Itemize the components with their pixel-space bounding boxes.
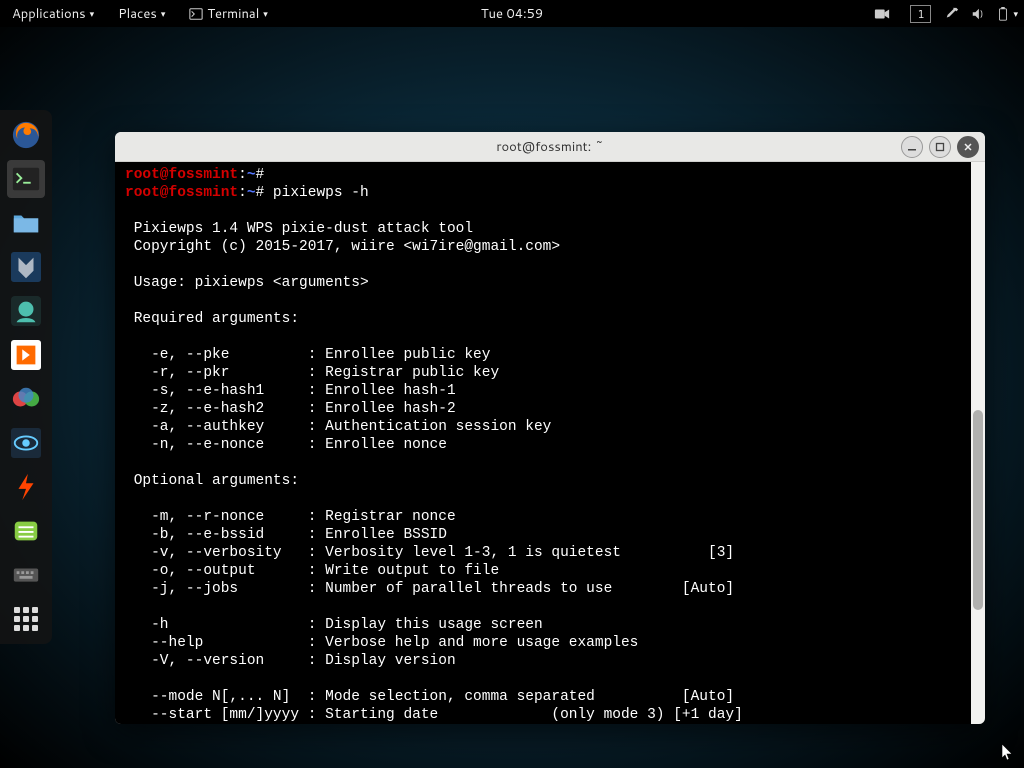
out-line: --mode N[,... N] : Mode selection, comma… — [125, 689, 734, 705]
cmd-line-2: pixiewps -h — [264, 185, 368, 201]
places-menu[interactable]: Places ▾ — [106, 0, 177, 27]
clock-label: Tue 04:59 — [481, 5, 543, 23]
volume-icon — [971, 7, 985, 21]
places-label: Places — [118, 5, 157, 23]
dock-terminal[interactable] — [7, 160, 45, 198]
out-line: -m, --r-nonce : Registrar nonce — [125, 509, 456, 525]
apps-grid-icon — [14, 607, 38, 631]
out-line: -s, --e-hash1 : Enrollee hash-1 — [125, 383, 456, 399]
out-line: -b, --e-bssid : Enrollee BSSID — [125, 527, 447, 543]
tweaks-icon — [11, 516, 41, 546]
prompt-hash: # — [256, 185, 265, 201]
prompt-colon: : — [238, 167, 247, 183]
dock-leafpad[interactable] — [7, 468, 45, 506]
volume-indicator[interactable] — [965, 0, 991, 27]
out-line: -n, --e-nonce : Enrollee nonce — [125, 437, 447, 453]
out-line: -o, --output : Write output to file — [125, 563, 499, 579]
metasploit-icon — [11, 252, 41, 282]
dock-metasploit[interactable] — [7, 248, 45, 286]
out-line: -e, --pke : Enrollee public key — [125, 347, 490, 363]
dock-keyboard[interactable] — [7, 556, 45, 594]
out-line: Pixiewps 1.4 WPS pixie-dust attack tool — [125, 221, 473, 237]
scrollbar-thumb[interactable] — [973, 410, 983, 610]
camera-icon — [874, 7, 890, 21]
top-panel: Applications ▾ Places ▾ Terminal ▾ Tue 0… — [0, 0, 1024, 27]
out-line: Required arguments: — [125, 311, 299, 327]
out-line: -z, --e-hash2 : Enrollee hash-2 — [125, 401, 456, 417]
out-line: Optional arguments: — [125, 473, 299, 489]
firefox-icon — [11, 120, 41, 150]
workspace-badge: 1 — [910, 5, 931, 23]
prompt-colon: : — [238, 185, 247, 201]
dock-files[interactable] — [7, 204, 45, 242]
power-indicator[interactable]: ▾ — [991, 0, 1024, 27]
dock-zenmap[interactable] — [7, 424, 45, 462]
terminal-icon — [189, 7, 203, 21]
lightning-icon — [11, 472, 41, 502]
window-controls — [901, 136, 979, 158]
prompt-user: root@fossmint — [125, 185, 238, 201]
minimize-icon — [907, 142, 917, 152]
terminal-menu[interactable]: Terminal ▾ — [177, 0, 279, 27]
eye-icon — [11, 428, 41, 458]
dock-armitage[interactable] — [7, 292, 45, 330]
out-line: --start [mm/]yyyy : Starting date (only … — [125, 707, 743, 723]
out-line: Usage: pixiewps <arguments> — [125, 275, 369, 291]
dock-firefox[interactable] — [7, 116, 45, 154]
out-line: -j, --jobs : Number of parallel threads … — [125, 581, 734, 597]
out-line: -V, --version : Display version — [125, 653, 456, 669]
terminal-output[interactable]: root@fossmint:~# root@fossmint:~# pixiew… — [115, 162, 971, 724]
minimize-button[interactable] — [901, 136, 923, 158]
dock-recorder[interactable] — [7, 380, 45, 418]
terminal-icon — [11, 164, 41, 194]
dock-burpsuite[interactable] — [7, 336, 45, 374]
chevron-down-icon: ▾ — [1013, 7, 1018, 20]
applications-menu[interactable]: Applications ▾ — [0, 0, 106, 27]
terminal-window: root@fossmint: ~ root@fossmint:~# root@f… — [115, 132, 985, 724]
battery-icon — [997, 7, 1009, 21]
chevron-down-icon: ▾ — [161, 7, 166, 20]
terminal-body[interactable]: root@fossmint:~# root@fossmint:~# pixiew… — [115, 162, 985, 724]
maximize-button[interactable] — [929, 136, 951, 158]
chevron-down-icon: ▾ — [263, 7, 268, 20]
keyboard-icon — [11, 560, 41, 590]
out-line: -r, --pkr : Registrar public key — [125, 365, 499, 381]
dropper-icon — [945, 7, 959, 21]
burp-icon — [11, 340, 41, 370]
color-picker-indicator[interactable] — [939, 0, 965, 27]
dock-show-apps[interactable] — [7, 600, 45, 638]
maximize-icon — [935, 142, 945, 152]
prompt-path: ~ — [247, 167, 256, 183]
close-button[interactable] — [957, 136, 979, 158]
close-icon — [963, 142, 973, 152]
terminal-label: Terminal — [207, 5, 259, 23]
window-title: root@fossmint: ~ — [496, 138, 603, 156]
prompt-user: root@fossmint — [125, 167, 238, 183]
mouse-cursor — [1002, 744, 1014, 762]
disks-icon — [11, 384, 41, 414]
dock-tweaks[interactable] — [7, 512, 45, 550]
face-icon — [11, 296, 41, 326]
folder-icon — [11, 208, 41, 238]
chevron-down-icon: ▾ — [90, 7, 95, 20]
clock[interactable]: Tue 04:59 — [469, 0, 555, 27]
window-titlebar[interactable]: root@fossmint: ~ — [115, 132, 985, 162]
out-line: -a, --authkey : Authentication session k… — [125, 419, 551, 435]
out-line: -h : Display this usage screen — [125, 617, 543, 633]
prompt-path: ~ — [247, 185, 256, 201]
applications-label: Applications — [12, 5, 86, 23]
terminal-scrollbar[interactable] — [971, 162, 985, 724]
out-line: Copyright (c) 2015-2017, wiire <wi7ire@g… — [125, 239, 560, 255]
prompt-hash: # — [256, 167, 265, 183]
record-indicator[interactable] — [862, 0, 902, 27]
out-line: --help : Verbose help and more usage exa… — [125, 635, 638, 651]
workspace-switcher[interactable]: 1 — [902, 0, 939, 27]
out-line: -v, --verbosity : Verbosity level 1-3, 1… — [125, 545, 734, 561]
dock — [0, 110, 52, 644]
